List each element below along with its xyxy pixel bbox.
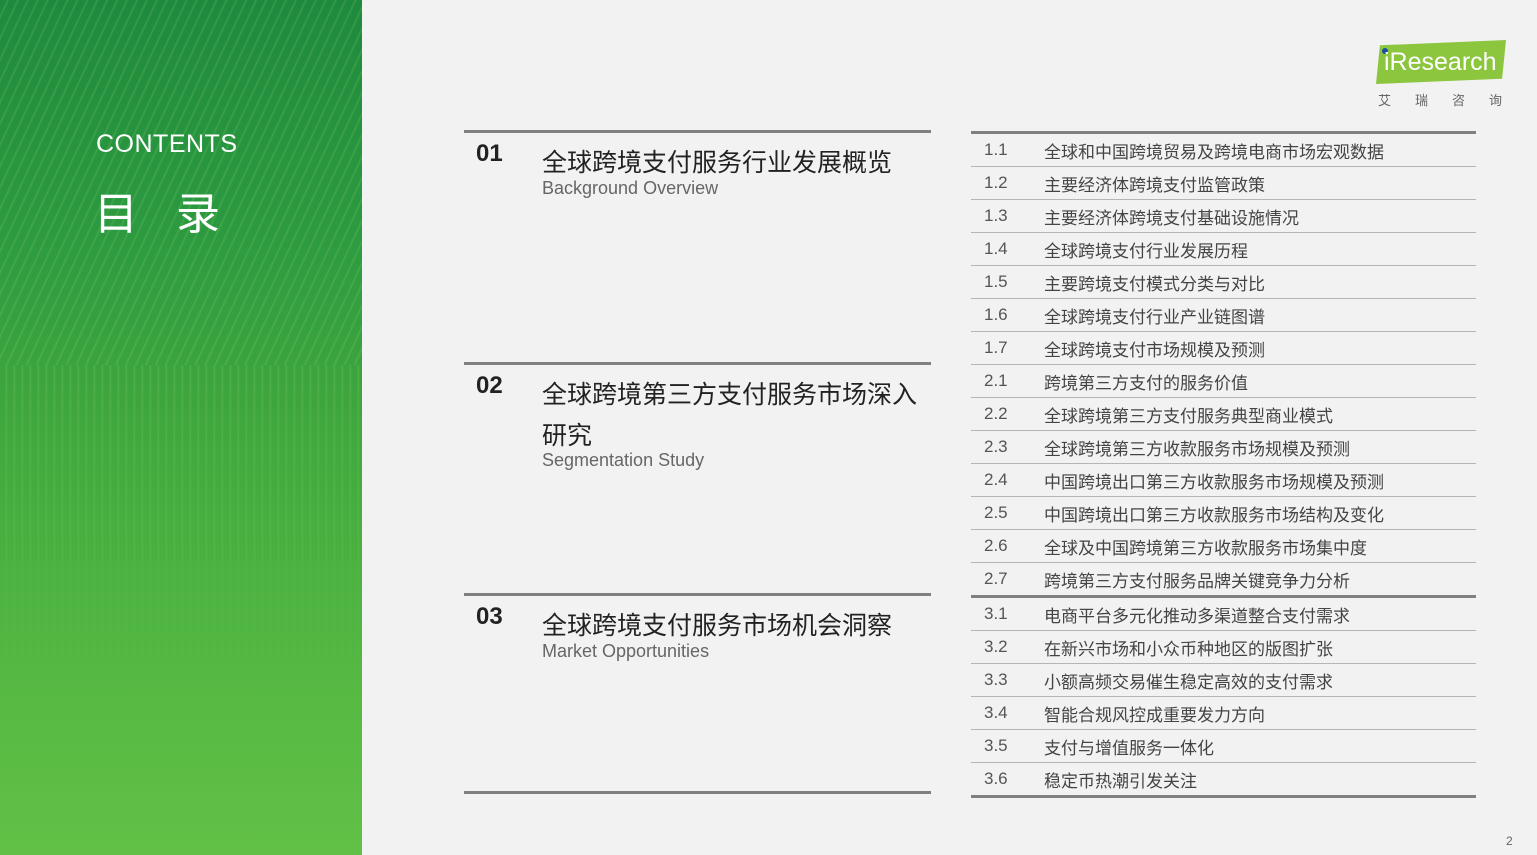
toc-item[interactable]: 3.3 小额高频交易催生稳定高效的支付需求	[971, 664, 1476, 697]
toc-item[interactable]: 3.5 支付与增值服务一体化	[971, 730, 1476, 763]
toc-item-title: 全球跨境支付行业产业链图谱	[1044, 307, 1265, 328]
toc-item-number: 3.4	[984, 703, 1008, 722]
toc-item[interactable]: 1.6 全球跨境支付行业产业链图谱	[971, 299, 1476, 332]
toc-item-number: 2.1	[984, 371, 1008, 390]
toc-item-number: 3.2	[984, 637, 1008, 656]
section-number: 02	[476, 372, 503, 399]
toc-item[interactable]: 2.6 全球及中国跨境第三方收款服务市场集中度	[971, 530, 1476, 563]
toc-item[interactable]: 2.7 跨境第三方支付服务品牌关键竞争力分析	[971, 563, 1476, 598]
toc-item[interactable]: 2.4 中国跨境出口第三方收款服务市场规模及预测	[971, 464, 1476, 497]
iresearch-logo: iResearch 艾瑞咨询	[1376, 40, 1508, 110]
sidebar-panel: CONTENTS 目 录	[0, 0, 362, 855]
toc-item-title: 智能合规风控成重要发力方向	[1044, 705, 1265, 726]
toc-item-title: 主要经济体跨境支付监管政策	[1044, 175, 1265, 196]
section-divider	[464, 130, 931, 133]
toc-item[interactable]: 2.2 全球跨境第三方支付服务典型商业模式	[971, 398, 1476, 431]
section-subtitle: Background Overview	[542, 178, 719, 198]
toc-item[interactable]: 3.6 稳定币热潮引发关注	[971, 763, 1476, 798]
sections-bottom-divider	[464, 791, 931, 794]
toc-item-title: 中国跨境出口第三方收款服务市场规模及预测	[1044, 472, 1384, 493]
toc-item-number: 2.4	[984, 470, 1008, 489]
toc-item-title: 全球跨境支付市场规模及预测	[1044, 340, 1265, 361]
toc-item-title: 跨境第三方支付的服务价值	[1044, 373, 1248, 394]
toc-item-number: 2.3	[984, 437, 1008, 456]
logo-word: iResearch	[1384, 48, 1497, 76]
toc-item-title: 电商平台多元化推动多渠道整合支付需求	[1044, 606, 1350, 627]
toc-item-number: 1.5	[984, 272, 1008, 291]
toc-item[interactable]: 3.2 在新兴市场和小众币种地区的版图扩张	[971, 631, 1476, 664]
toc-item-number: 1.3	[984, 206, 1008, 225]
section-number: 03	[476, 603, 503, 630]
toc-item-title: 稳定币热潮引发关注	[1044, 771, 1197, 792]
toc-item-title: 全球和中国跨境贸易及跨境电商市场宏观数据	[1044, 142, 1384, 163]
toc-item-number: 2.5	[984, 503, 1008, 522]
toc-item-number: 1.4	[984, 239, 1008, 258]
toc-item-number: 2.6	[984, 536, 1008, 555]
section-subtitle: Market Opportunities	[542, 641, 710, 661]
toc-item-title: 跨境第三方支付服务品牌关键竞争力分析	[1044, 571, 1350, 592]
section-title: 全球跨境支付服务行业发展概览	[542, 148, 893, 177]
contents-heading-cn: 目 录	[94, 189, 232, 240]
toc-item[interactable]: 2.1 跨境第三方支付的服务价值	[971, 365, 1476, 398]
toc-item[interactable]: 1.7 全球跨境支付市场规模及预测	[971, 332, 1476, 365]
toc-item[interactable]: 1.3 主要经济体跨境支付基础设施情况	[971, 200, 1476, 233]
toc-item-title: 在新兴市场和小众币种地区的版图扩张	[1044, 639, 1333, 660]
toc-item-number: 2.7	[984, 569, 1008, 588]
toc-item-title: 主要跨境支付模式分类与对比	[1044, 274, 1265, 295]
toc-item-title: 全球跨境第三方收款服务市场规模及预测	[1044, 439, 1350, 460]
page-number: 2	[1506, 834, 1513, 848]
toc-item[interactable]: 3.4 智能合规风控成重要发力方向	[971, 697, 1476, 730]
contents-heading-en: CONTENTS	[96, 130, 238, 158]
section-divider	[464, 362, 931, 365]
toc-item-number: 1.7	[984, 338, 1008, 357]
logo-cn: 艾瑞咨询	[1378, 94, 1527, 109]
toc-item-number: 3.6	[984, 769, 1008, 788]
toc-item[interactable]: 1.1 全球和中国跨境贸易及跨境电商市场宏观数据	[971, 131, 1476, 167]
section-divider	[464, 593, 931, 596]
section-title: 全球跨境第三方支付服务市场深入研究	[542, 380, 918, 450]
toc-item-number: 3.3	[984, 670, 1008, 689]
toc-item[interactable]: 1.2 主要经济体跨境支付监管政策	[971, 167, 1476, 200]
toc-item-title: 全球及中国跨境第三方收款服务市场集中度	[1044, 538, 1367, 559]
toc-item-title: 支付与增值服务一体化	[1044, 738, 1214, 759]
section-number: 01	[476, 140, 503, 167]
sidebar-pattern-bottom	[0, 365, 362, 855]
section-subtitle: Segmentation Study	[542, 450, 705, 470]
toc-list: 1.1 全球和中国跨境贸易及跨境电商市场宏观数据 1.2 主要经济体跨境支付监管政策…	[971, 131, 1476, 798]
toc-item-title: 小额高频交易催生稳定高效的支付需求	[1044, 672, 1333, 693]
toc-item[interactable]: 1.5 主要跨境支付模式分类与对比	[971, 266, 1476, 299]
toc-item[interactable]: 1.4 全球跨境支付行业发展历程	[971, 233, 1476, 266]
toc-item-number: 3.1	[984, 604, 1008, 623]
toc-item-number: 1.6	[984, 305, 1008, 324]
toc-item[interactable]: 2.3 全球跨境第三方收款服务市场规模及预测	[971, 431, 1476, 464]
toc-item-number: 2.2	[984, 404, 1008, 423]
toc-item-number: 1.1	[984, 140, 1008, 159]
toc-item-title: 全球跨境第三方支付服务典型商业模式	[1044, 406, 1333, 427]
toc-item[interactable]: 2.5 中国跨境出口第三方收款服务市场结构及变化	[971, 497, 1476, 530]
toc-item-title: 中国跨境出口第三方收款服务市场结构及变化	[1044, 505, 1384, 526]
toc-item-title: 主要经济体跨境支付基础设施情况	[1044, 208, 1299, 229]
toc-item-number: 1.2	[984, 173, 1008, 192]
toc-item-title: 全球跨境支付行业发展历程	[1044, 241, 1248, 262]
toc-item-number: 3.5	[984, 736, 1008, 755]
toc-item[interactable]: 3.1 电商平台多元化推动多渠道整合支付需求	[971, 598, 1476, 631]
section-title: 全球跨境支付服务市场机会洞察	[542, 611, 893, 640]
